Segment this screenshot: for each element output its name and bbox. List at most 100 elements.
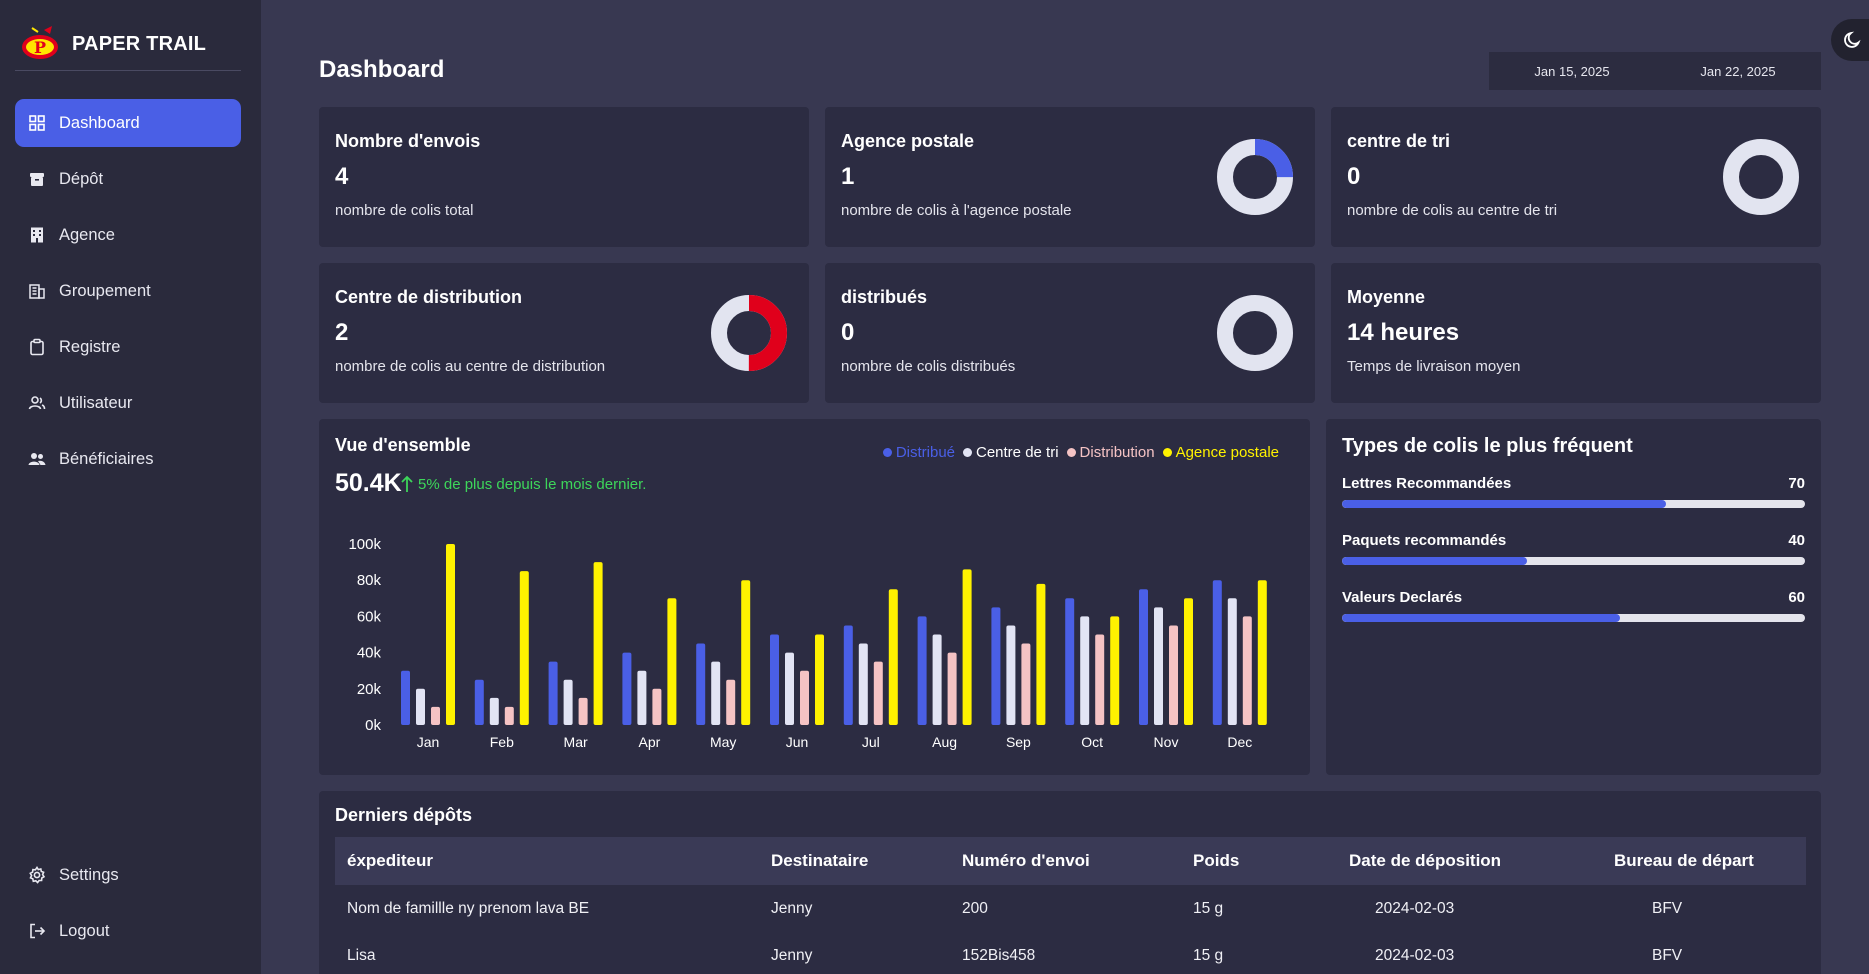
donut-chart <box>1217 295 1293 371</box>
type-label: Valeurs Declarés <box>1342 589 1463 606</box>
table-cell: 15 g <box>1193 946 1224 964</box>
sidebar-item-groupement[interactable]: Groupement <box>15 267 241 315</box>
bar[interactable] <box>843 625 853 725</box>
bar[interactable] <box>1184 598 1193 725</box>
bar[interactable] <box>1242 616 1252 725</box>
bar[interactable] <box>770 634 779 726</box>
x-tick-label: Aug <box>932 734 957 750</box>
stat-subtitle: Temps de livraison moyen <box>1347 358 1521 375</box>
bar[interactable] <box>726 679 736 725</box>
bar[interactable] <box>696 643 706 725</box>
x-tick-label: Sep <box>1006 734 1031 750</box>
bar[interactable] <box>504 706 514 725</box>
bar[interactable] <box>489 697 499 725</box>
bar[interactable] <box>1065 598 1075 725</box>
bar[interactable] <box>932 634 942 726</box>
bar[interactable] <box>652 688 662 725</box>
bar[interactable] <box>1095 634 1105 726</box>
table-cell: Jenny <box>771 946 813 964</box>
y-tick-label: 100k <box>348 536 381 553</box>
stat-value: 0 <box>841 319 855 346</box>
donut-chart <box>711 295 787 371</box>
bar[interactable] <box>474 679 484 725</box>
bar[interactable] <box>1212 580 1222 725</box>
bar[interactable] <box>1257 580 1267 725</box>
bar[interactable] <box>991 607 1001 725</box>
sidebar-item-utilisateur[interactable]: Utilisateur <box>15 379 241 427</box>
bar[interactable] <box>711 661 721 725</box>
bar[interactable] <box>1154 607 1163 725</box>
type-label: Lettres Recommandées <box>1342 475 1512 492</box>
sidebar-item-dashboard[interactable]: Dashboard <box>15 99 241 147</box>
theme-toggle-button[interactable] <box>1831 19 1869 61</box>
column-header[interactable]: Date de déposition <box>1337 851 1602 871</box>
bar[interactable] <box>1169 625 1178 725</box>
bar[interactable] <box>1006 625 1016 725</box>
bar[interactable] <box>1080 616 1090 725</box>
bar[interactable] <box>917 616 927 725</box>
table-row[interactable]: Nom de famillle ny prenom lava BE Jenny … <box>335 885 1806 932</box>
bar[interactable] <box>873 661 883 725</box>
stat-title: Nombre d'envois <box>335 131 481 151</box>
brand[interactable]: P PAPER TRAIL <box>18 18 206 70</box>
sidebar-item-depot[interactable]: Dépôt <box>15 155 241 203</box>
date-start[interactable]: Jan 15, 2025 <box>1534 64 1609 79</box>
bar[interactable] <box>637 670 647 725</box>
bar[interactable] <box>888 589 898 725</box>
column-header[interactable]: éxpediteur <box>335 851 759 871</box>
stat-subtitle: nombre de colis au centre de distributio… <box>335 358 606 375</box>
date-range-picker[interactable]: Jan 15, 2025 Jan 22, 2025 <box>1489 52 1821 90</box>
bar[interactable] <box>785 652 794 725</box>
bar[interactable] <box>962 569 972 725</box>
type-value: 70 <box>1788 475 1805 492</box>
column-header[interactable]: Bureau de départ <box>1602 851 1806 871</box>
table-row[interactable]: Lisa Jenny 152Bis458 15 g 2024-02-03 BFV <box>335 932 1806 974</box>
bar[interactable] <box>1139 589 1148 725</box>
sidebar-item-settings[interactable]: Settings <box>15 851 241 899</box>
brand-name: PAPER TRAIL <box>72 32 207 55</box>
bar[interactable] <box>1021 643 1031 725</box>
bar[interactable] <box>1110 616 1120 725</box>
bar[interactable] <box>815 634 824 726</box>
stat-card-distribues: distribués 0 nombre de colis distribués <box>825 263 1315 403</box>
column-header[interactable]: Poids <box>1181 851 1337 871</box>
bar[interactable] <box>548 661 558 725</box>
stat-title: distribués <box>841 287 928 307</box>
bar[interactable] <box>416 688 425 725</box>
stat-value: 0 <box>1347 163 1361 190</box>
bar[interactable] <box>800 670 809 725</box>
bar[interactable] <box>622 652 632 725</box>
type-row: Valeurs Declarés 60 <box>1342 589 1805 622</box>
type-value: 40 <box>1788 532 1805 549</box>
bar[interactable] <box>593 562 603 725</box>
bar[interactable] <box>667 598 677 725</box>
progress-fill <box>1342 614 1620 622</box>
bar[interactable] <box>1036 583 1046 725</box>
bar[interactable] <box>741 580 751 725</box>
bar[interactable] <box>578 697 588 725</box>
gear-icon <box>27 865 47 885</box>
sidebar-item-beneficiaires[interactable]: Bénéficiaires <box>15 435 241 483</box>
bar[interactable] <box>858 643 868 725</box>
bar[interactable] <box>431 706 440 725</box>
table-cell: Lisa <box>347 946 376 964</box>
type-label: Paquets recommandés <box>1342 532 1507 549</box>
date-end[interactable]: Jan 22, 2025 <box>1700 64 1775 79</box>
sidebar-item-registre[interactable]: Registre <box>15 323 241 371</box>
bar[interactable] <box>563 679 573 725</box>
x-tick-label: May <box>710 734 736 750</box>
bar[interactable] <box>401 670 410 725</box>
stat-title: centre de tri <box>1347 131 1451 151</box>
sidebar-item-logout[interactable]: Logout <box>15 907 241 955</box>
bar[interactable] <box>947 652 957 725</box>
x-tick-label: Jan <box>417 734 440 750</box>
sidebar-item-agence[interactable]: Agence <box>15 211 241 259</box>
column-header[interactable]: Destinataire <box>759 851 950 871</box>
column-header[interactable]: Numéro d'envoi <box>950 851 1181 871</box>
bar[interactable] <box>446 544 455 725</box>
bar[interactable] <box>519 571 529 725</box>
building-icon <box>27 225 47 245</box>
progress-track <box>1342 500 1805 508</box>
bar[interactable] <box>1227 598 1237 725</box>
stat-card-centre-distribution: Centre de distribution 2 nombre de colis… <box>319 263 809 403</box>
